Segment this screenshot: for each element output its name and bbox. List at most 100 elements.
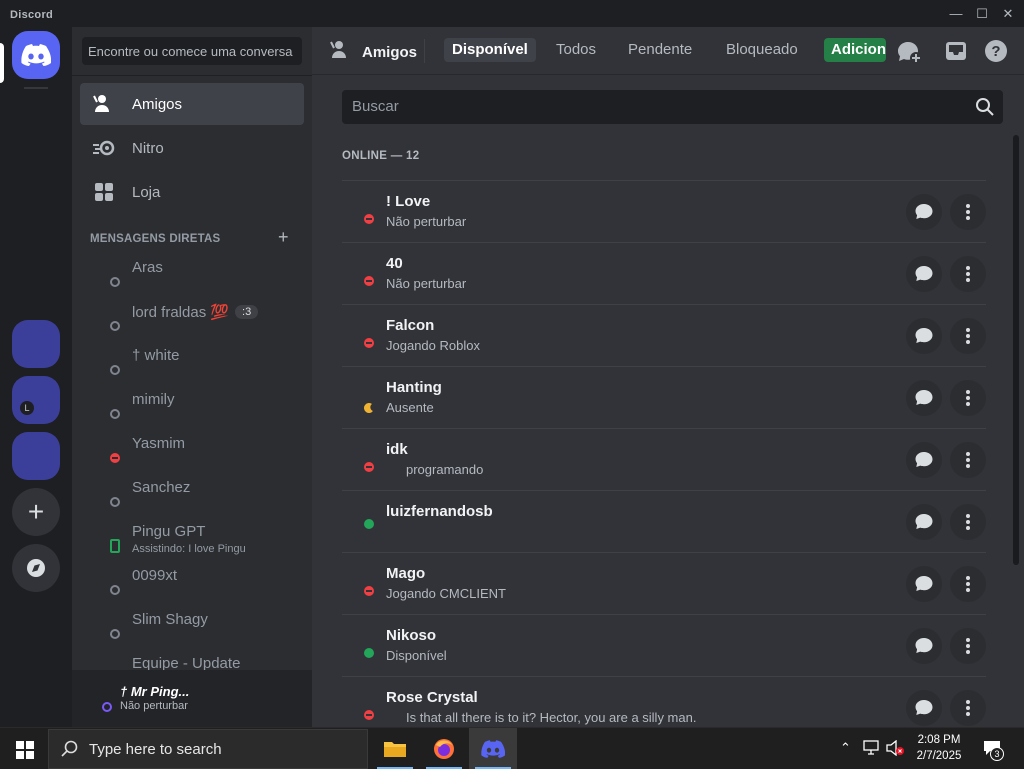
- page-title: Amigos: [330, 40, 417, 64]
- dm-item[interactable]: Pingu GPT Assistindo: I love Pingu: [80, 517, 304, 561]
- scrollbar[interactable]: [1013, 135, 1019, 565]
- friend-row[interactable]: Nikoso Disponível: [342, 614, 986, 676]
- tab-all[interactable]: Todos: [548, 38, 604, 62]
- friend-name: Hanting: [386, 379, 442, 396]
- more-options-button[interactable]: [950, 442, 986, 478]
- dm-item[interactable]: Yasmim: [80, 429, 304, 473]
- dm-item[interactable]: 0099xt: [80, 561, 304, 605]
- message-button[interactable]: [906, 194, 942, 230]
- message-button[interactable]: [906, 318, 942, 354]
- vertical-dots-icon: [966, 700, 970, 716]
- add-server-button[interactable]: +: [12, 488, 60, 536]
- server-icon[interactable]: L: [12, 376, 60, 424]
- chat-bubble-icon: [915, 266, 933, 281]
- dm-item[interactable]: Aras: [80, 253, 304, 297]
- folder-icon: [384, 741, 406, 757]
- server-icon[interactable]: [12, 320, 60, 368]
- more-options-button[interactable]: [950, 504, 986, 540]
- taskbar-search-input[interactable]: Type here to search: [48, 729, 368, 769]
- status-offline-icon: [110, 629, 120, 639]
- user-status-icon: [102, 702, 112, 712]
- home-button[interactable]: [12, 31, 60, 79]
- friend-row[interactable]: Falcon Jogando Roblox: [342, 304, 986, 366]
- dm-badge: :3: [235, 305, 259, 319]
- friend-row[interactable]: 40 Não perturbar: [342, 242, 986, 304]
- tab-pending[interactable]: Pendente: [620, 38, 700, 62]
- friends-header: Amigos Disponível Todos Pendente Bloquea…: [312, 27, 1024, 75]
- windows-taskbar: Type here to search ⌃ 2:08 PM 2/7/2025 3: [0, 727, 1024, 769]
- dm-header: MENSAGENS DIRETAS: [90, 233, 221, 245]
- chevron-up-icon[interactable]: ⌃: [840, 740, 851, 756]
- title-bar: Discord — ☐ ✕: [0, 0, 1024, 27]
- message-button[interactable]: [906, 504, 942, 540]
- vertical-dots-icon: [966, 266, 970, 282]
- nav-friends[interactable]: Amigos: [80, 83, 304, 125]
- more-options-button[interactable]: [950, 690, 986, 726]
- dm-item[interactable]: mimily: [80, 385, 304, 429]
- status-dnd-icon: [364, 710, 374, 720]
- nav-shop[interactable]: Loja: [80, 171, 304, 213]
- message-button[interactable]: [906, 442, 942, 478]
- explore-servers-button[interactable]: [12, 544, 60, 592]
- status-dnd-icon: [364, 214, 374, 224]
- chat-bubble-icon: [915, 390, 933, 405]
- message-button[interactable]: [906, 566, 942, 602]
- message-button[interactable]: [906, 628, 942, 664]
- friend-search-input[interactable]: Buscar: [342, 90, 1003, 124]
- new-group-dm-icon[interactable]: [896, 39, 922, 65]
- more-options-button[interactable]: [950, 194, 986, 230]
- vertical-dots-icon: [966, 328, 970, 344]
- friend-name: Nikoso: [386, 627, 437, 644]
- nav-label: Amigos: [132, 95, 183, 113]
- status-dnd-icon: [110, 453, 120, 463]
- friend-row[interactable]: idk programando: [342, 428, 986, 490]
- create-dm-plus-icon[interactable]: +: [278, 227, 289, 248]
- chat-bubble-icon: [915, 700, 933, 715]
- file-explorer-app[interactable]: [371, 728, 419, 769]
- dm-item[interactable]: † white: [80, 341, 304, 385]
- message-button[interactable]: [906, 690, 942, 726]
- minimize-button[interactable]: —: [942, 4, 970, 24]
- find-conversation-button[interactable]: Encontre ou comece uma conversa: [82, 37, 302, 65]
- dm-item[interactable]: lord fraldas 💯:3: [80, 297, 304, 341]
- more-options-button[interactable]: [950, 566, 986, 602]
- system-clock[interactable]: 2:08 PM 2/7/2025: [904, 732, 974, 764]
- nav-nitro[interactable]: Nitro: [80, 127, 304, 169]
- inbox-icon[interactable]: [944, 39, 970, 65]
- add-friend-button[interactable]: Adicionar amigo: [824, 38, 886, 62]
- friend-name: Mago: [386, 565, 426, 582]
- friend-row[interactable]: Hanting Ausente: [342, 366, 986, 428]
- notifications-icon[interactable]: 3: [982, 739, 1004, 762]
- message-button[interactable]: [906, 256, 942, 292]
- firefox-app[interactable]: [420, 728, 468, 769]
- windows-start-icon[interactable]: [16, 741, 34, 764]
- friend-row[interactable]: luizfernandosb: [342, 490, 986, 552]
- friend-status-text: Ausente: [386, 400, 434, 415]
- user-panel[interactable]: † Mr Ping... Não perturbar: [72, 670, 312, 727]
- more-options-button[interactable]: [950, 628, 986, 664]
- search-placeholder: Buscar: [352, 98, 399, 115]
- close-button[interactable]: ✕: [994, 4, 1022, 24]
- chat-bubble-icon: [915, 328, 933, 343]
- volume-muted-icon[interactable]: [886, 739, 904, 761]
- friend-row[interactable]: ! Love Não perturbar: [342, 180, 986, 242]
- more-options-button[interactable]: [950, 380, 986, 416]
- tab-blocked[interactable]: Bloqueado: [718, 38, 806, 62]
- tab-available[interactable]: Disponível: [444, 38, 536, 62]
- help-icon[interactable]: ?: [984, 39, 1010, 65]
- dm-item[interactable]: Sanchez: [80, 473, 304, 517]
- server-icon[interactable]: [12, 432, 60, 480]
- friends-icon: [330, 40, 352, 64]
- dm-item[interactable]: Slim Shagy: [80, 605, 304, 649]
- chat-bubble-icon: [915, 452, 933, 467]
- status-offline-icon: [110, 497, 120, 507]
- status-offline-icon: [110, 321, 120, 331]
- more-options-button[interactable]: [950, 318, 986, 354]
- more-options-button[interactable]: [950, 256, 986, 292]
- maximize-button[interactable]: ☐: [968, 4, 996, 24]
- network-icon[interactable]: [862, 740, 880, 761]
- message-button[interactable]: [906, 380, 942, 416]
- friend-row[interactable]: Mago Jogando CMCLIENT: [342, 552, 986, 614]
- discord-app[interactable]: [469, 728, 517, 769]
- server-initial: L: [20, 401, 34, 415]
